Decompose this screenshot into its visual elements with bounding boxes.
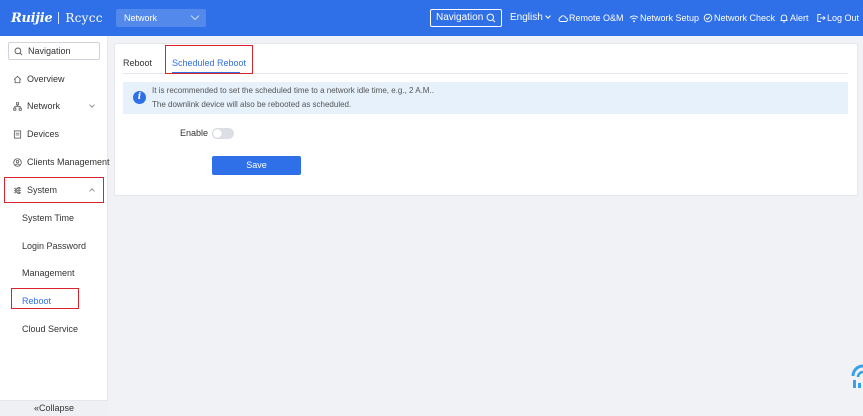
navigation-button[interactable]: Navigation [430,9,502,27]
alert-bell-icon [780,14,788,23]
chevron-down-icon [190,11,200,21]
sidebar-item-overview[interactable]: Overview [13,73,65,85]
cloud-icon [558,14,568,22]
floating-assistant-icon[interactable] [849,364,863,392]
toggle-knob [213,129,222,138]
system-highlight-box [4,177,104,203]
sidebar-subitem-login-password[interactable]: Login Password [22,240,86,252]
network-setup-label: Network Setup [640,13,700,23]
devices-icon [13,129,22,139]
sidebar-subitem-cloud-service[interactable]: Cloud Service [22,323,78,335]
collapse-button[interactable]: «Collapse [0,400,108,416]
network-check-label: Network Check [714,13,776,23]
network-setup-link[interactable]: Network Setup [629,12,699,24]
wifi-icon [629,15,639,22]
sidebar-subitem-management[interactable]: Management [22,267,75,279]
user-icon [13,157,22,167]
logo-reyee: Rcycc [65,11,103,25]
logo-divider [58,12,60,24]
sidebar-item-network[interactable]: Network [13,100,60,112]
language-value: English [510,12,543,23]
network-topology-icon [13,101,22,111]
sidebar-item-devices[interactable]: Devices [13,128,59,140]
sidebar-item-clients-management[interactable]: Clients Management [13,156,110,168]
alert-label: Alert [790,13,809,23]
network-check-link[interactable]: Network Check [703,12,775,24]
remote-om-link[interactable]: Remote O&M [558,12,624,24]
language-select[interactable]: English [510,11,551,25]
top-header: Ruijie Rcycc Network Navigation English … [0,0,863,36]
search-icon [486,13,496,23]
info-tip: i It is recommended to set the scheduled… [123,82,848,114]
logout-icon [817,14,826,22]
sidebar-item-label: Devices [27,129,60,139]
remote-om-label: Remote O&M [569,13,624,23]
sidebar-item-label: Overview [27,74,65,84]
enable-toggle[interactable] [212,128,234,139]
scheduled-reboot-highlight-box [165,45,253,74]
info-icon: i [133,91,146,104]
chevron-down-icon [89,102,95,108]
logout-label: Log Out [827,13,860,23]
chevron-down-icon [544,13,551,19]
sidebar-navigation-search[interactable]: Navigation [8,42,100,60]
tip-line-2: The downlink device will also be reboote… [152,100,352,109]
tab-reboot[interactable]: Reboot [123,57,152,69]
navigation-button-label: Navigation [436,12,484,23]
collapse-label: Collapse [38,403,75,413]
sidebar: Navigation Overview Network Devices Clie… [0,36,110,416]
network-select-value: Network [124,13,158,23]
sidebar-item-label: Clients Management [27,157,110,167]
network-check-icon [703,13,713,23]
save-button[interactable]: Save [212,156,301,175]
logo-ruijie: Ruijie [11,10,53,26]
sidebar-subitem-system-time[interactable]: System Time [22,212,74,224]
network-select[interactable]: Network [116,9,206,27]
sidebar-navigation-label: Navigation [28,46,71,56]
enable-label: Enable [180,128,209,138]
home-icon [13,75,22,83]
logout-link[interactable]: Log Out [816,12,859,24]
brand-logo: Ruijie Rcycc [11,9,103,27]
reboot-highlight-box [11,288,79,309]
alert-link[interactable]: Alert [779,12,809,24]
sidebar-item-label: Network [27,101,61,111]
search-icon [14,47,23,56]
tip-line-1: It is recommended to set the scheduled t… [152,86,434,95]
